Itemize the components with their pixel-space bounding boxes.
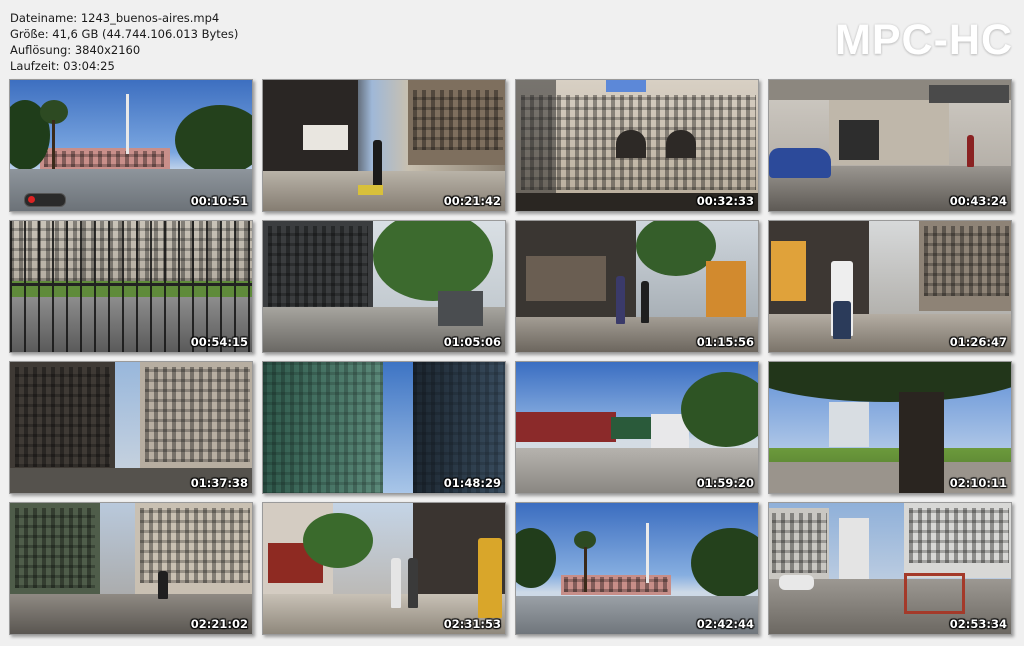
timestamp: 02:31:53 [443, 617, 501, 631]
thumbnail-image [10, 503, 252, 634]
resolution-text: Auflösung: 3840x2160 [10, 43, 141, 57]
timestamp: 00:43:24 [949, 194, 1007, 208]
thumbnail[interactable]: 02:31:53 [262, 502, 506, 635]
timestamp: 01:05:06 [443, 335, 501, 349]
timestamp: 00:32:33 [696, 194, 754, 208]
thumbnail-image [263, 503, 505, 634]
thumbnail[interactable]: 00:32:33 [515, 79, 759, 212]
thumbnail-image [516, 362, 758, 493]
timestamp: 00:54:15 [190, 335, 248, 349]
duration-text: Laufzeit: 03:04:25 [10, 59, 115, 73]
thumbnail-image [769, 503, 1011, 634]
thumbnail-image [10, 80, 252, 211]
thumbnail[interactable]: 01:59:20 [515, 361, 759, 494]
thumbnail-image [516, 80, 758, 211]
thumbnail-image [769, 221, 1011, 352]
mpc-hc-logo: MPC-HC [835, 16, 1013, 64]
thumbnail-image [10, 221, 252, 352]
timestamp: 01:48:29 [443, 476, 501, 490]
thumbnail-image [263, 80, 505, 211]
thumbnail-image [769, 362, 1011, 493]
thumbnail[interactable]: 02:21:02 [9, 502, 253, 635]
timestamp: 02:53:34 [949, 617, 1007, 631]
filename-text: Dateiname: 1243_buenos-aires.mp4 [10, 11, 220, 25]
thumbnail[interactable]: 01:15:56 [515, 220, 759, 353]
thumbnail-image [10, 362, 252, 493]
thumbnail[interactable]: 01:05:06 [262, 220, 506, 353]
timestamp: 02:42:44 [696, 617, 754, 631]
thumbnail[interactable]: 02:53:34 [768, 502, 1012, 635]
thumbnail[interactable]: 02:42:44 [515, 502, 759, 635]
thumbnail[interactable]: 01:48:29 [262, 361, 506, 494]
timestamp: 00:21:42 [443, 194, 501, 208]
timestamp: 01:59:20 [696, 476, 754, 490]
thumbnail[interactable]: 02:10:11 [768, 361, 1012, 494]
timestamp: 01:15:56 [696, 335, 754, 349]
thumbnail-image [516, 503, 758, 634]
thumbnail[interactable]: 00:43:24 [768, 79, 1012, 212]
thumbnail[interactable]: 01:26:47 [768, 220, 1012, 353]
timestamp: 01:37:38 [190, 476, 248, 490]
timestamp: 02:21:02 [190, 617, 248, 631]
thumbnail-image [263, 362, 505, 493]
file-info: Dateiname: 1243_buenos-aires.mp4 Größe: … [10, 10, 238, 74]
thumbnail[interactable]: 00:10:51 [9, 79, 253, 212]
thumbnail-grid: 00:10:51 00:21:42 00:32:33 00:43:24 00:5… [9, 79, 1012, 635]
thumbnail[interactable]: 00:21:42 [262, 79, 506, 212]
timestamp: 01:26:47 [949, 335, 1007, 349]
timestamp: 02:10:11 [949, 476, 1007, 490]
thumbnail-image [263, 221, 505, 352]
thumbnail-image [769, 80, 1011, 211]
thumbnail-image [516, 221, 758, 352]
thumbnail[interactable]: 01:37:38 [9, 361, 253, 494]
filesize-text: Größe: 41,6 GB (44.744.106.013 Bytes) [10, 27, 239, 41]
thumbnail[interactable]: 00:54:15 [9, 220, 253, 353]
timestamp: 00:10:51 [190, 194, 248, 208]
